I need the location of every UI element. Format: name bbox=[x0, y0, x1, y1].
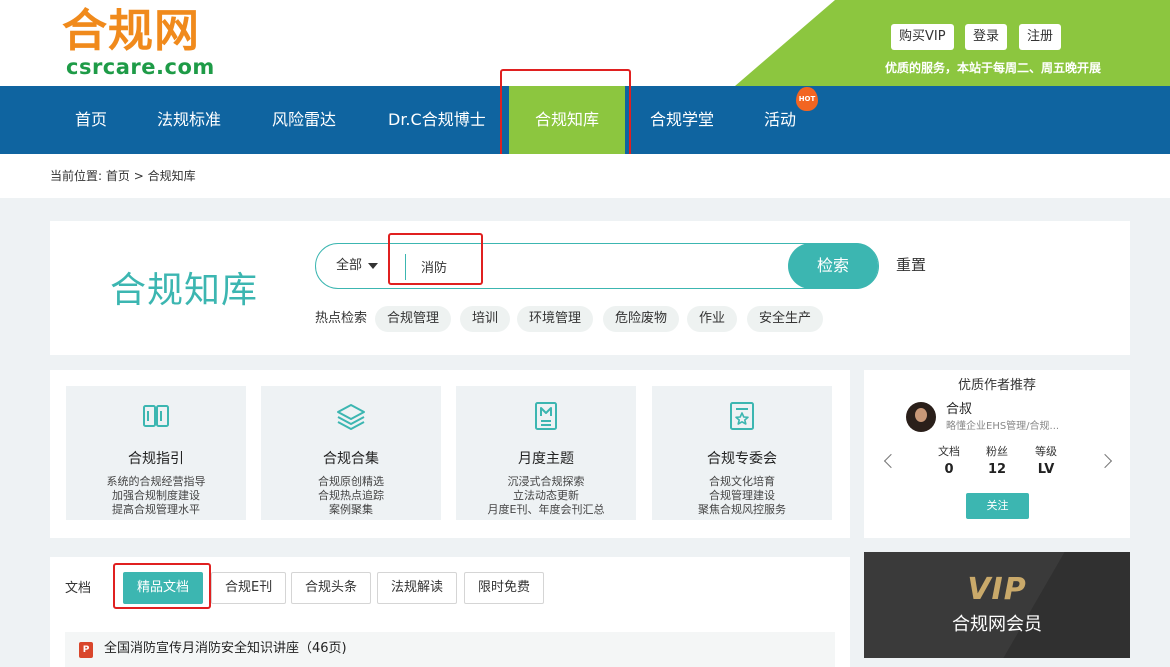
logo-domain[interactable]: csrcare.com bbox=[66, 54, 215, 80]
hot-tag[interactable]: 安全生产 bbox=[747, 306, 824, 332]
feature-desc: 立法动态更新 bbox=[513, 489, 579, 502]
nav-item-regulations[interactable]: 法规标准 bbox=[157, 86, 221, 154]
highlight-box-search bbox=[388, 233, 483, 285]
feature-card-committee[interactable]: 合规专委会 合规文化培育 合规管理建设 聚焦合规风控服务 bbox=[652, 386, 832, 520]
register-button[interactable]: 注册 bbox=[1019, 24, 1062, 50]
avatar[interactable] bbox=[906, 402, 936, 432]
author-name[interactable]: 合叔 bbox=[946, 402, 972, 418]
chevron-left-icon[interactable] bbox=[883, 453, 899, 469]
feature-desc: 聚焦合规风控服务 bbox=[698, 503, 786, 516]
notice-marquee: 更优质的服务，本站于每周二、周五晚开展 bbox=[885, 61, 1102, 75]
breadcrumb-home-link[interactable]: 首页 bbox=[106, 169, 130, 183]
author-heading: 优质作者推荐 bbox=[957, 378, 1036, 393]
feature-card-guide[interactable]: 合规指引 系统的合规经营指导 加强合规制度建设 提高合规管理水平 bbox=[66, 386, 246, 520]
tab-free[interactable]: 限时免费 bbox=[464, 572, 545, 604]
feature-title: 合规指引 bbox=[128, 451, 184, 467]
hot-tag[interactable]: 危险废物 bbox=[603, 306, 680, 332]
search-button[interactable]: 检索 bbox=[788, 243, 878, 289]
feature-desc: 提高合规管理水平 bbox=[112, 503, 200, 516]
feature-card-monthly[interactable]: 月度主题 沉浸式合规探索 立法动态更新 月度E刊、年度会刊汇总 bbox=[456, 386, 636, 520]
stat-label-fans: 粉丝 bbox=[986, 445, 1008, 458]
feature-desc: 合规文化培育 bbox=[709, 475, 775, 488]
list-item[interactable]: P 全国消防宣传月消防安全知识讲座（46页) bbox=[65, 632, 835, 667]
buy-vip-button[interactable]: 购买VIP bbox=[891, 24, 954, 50]
docs-label: 文档 bbox=[65, 581, 92, 596]
vip-logo: VIP bbox=[967, 572, 1027, 607]
vip-banner[interactable]: VIP 合规网会员 bbox=[864, 552, 1130, 658]
vip-banner-text: 合规网会员 bbox=[952, 614, 1042, 635]
nav-item-home[interactable]: 首页 bbox=[75, 86, 107, 154]
nav-item-dr-c[interactable]: Dr.C合规博士 bbox=[388, 86, 486, 154]
stat-value-level: LV bbox=[1037, 462, 1055, 477]
highlight-box-tab bbox=[113, 563, 211, 609]
breadcrumb: 当前位置: 首页 > 合规知库 bbox=[50, 167, 196, 185]
search-scope-select[interactable]: 全部 bbox=[336, 244, 362, 288]
nav-item-risk-radar[interactable]: 风险雷达 bbox=[272, 86, 336, 154]
feature-title: 月度主题 bbox=[518, 451, 574, 467]
breadcrumb-bar: 当前位置: 首页 > 合规知库 bbox=[0, 154, 1170, 198]
hot-tag[interactable]: 环境管理 bbox=[517, 306, 594, 332]
hot-badge-text: HOT bbox=[798, 95, 816, 103]
certificate-icon bbox=[730, 402, 754, 430]
hot-search-label: 热点检索 bbox=[315, 311, 368, 326]
search-panel: 合规知库 全部 检索 重置 热点检索 合规管理 培训 环境管理 危险废物 作业 … bbox=[50, 221, 1130, 355]
monthly-doc-icon bbox=[535, 402, 557, 430]
feature-desc: 加强合规制度建设 bbox=[112, 489, 200, 502]
reset-button[interactable]: 重置 bbox=[896, 255, 926, 275]
page-title: 合规知库 bbox=[110, 270, 259, 311]
book-icon bbox=[143, 405, 169, 427]
login-button[interactable]: 登录 bbox=[965, 24, 1008, 50]
feature-desc: 合规管理建设 bbox=[709, 489, 775, 502]
stat-value-fans: 12 bbox=[987, 462, 1007, 477]
nav-item-events[interactable]: 活动 bbox=[764, 86, 796, 154]
stat-label-level: 等级 bbox=[1035, 445, 1057, 458]
doc-title[interactable]: 全国消防宣传月消防安全知识讲座（46页) bbox=[104, 640, 347, 658]
stat-value-docs: 0 bbox=[944, 462, 954, 477]
chevron-down-icon[interactable] bbox=[368, 263, 378, 269]
ppt-file-icon: P bbox=[79, 642, 93, 658]
layers-icon bbox=[337, 404, 365, 430]
hot-tag[interactable]: 培训 bbox=[460, 306, 511, 332]
feature-desc: 沉浸式合规探索 bbox=[507, 475, 585, 488]
follow-button[interactable]: 关注 bbox=[966, 493, 1029, 519]
tab-e-journal[interactable]: 合规E刊 bbox=[211, 572, 287, 604]
logo-chinese[interactable]: 合规网 bbox=[62, 4, 200, 58]
author-desc: 略懂企业EHS管理/合规... bbox=[946, 421, 1060, 432]
breadcrumb-label: 当前位置: bbox=[50, 169, 103, 183]
feature-card-collection[interactable]: 合规合集 合规原创精选 合规热点追踪 案例聚集 bbox=[261, 386, 441, 520]
nav-item-academy[interactable]: 合规学堂 bbox=[650, 86, 714, 154]
feature-desc: 月度E刊、年度会刊汇总 bbox=[487, 503, 605, 516]
feature-desc: 系统的合规经营指导 bbox=[106, 475, 206, 488]
feature-desc: 合规热点追踪 bbox=[318, 489, 384, 502]
feature-desc: 案例聚集 bbox=[329, 503, 373, 516]
chevron-right-icon[interactable] bbox=[1097, 453, 1113, 469]
highlight-box-nav bbox=[500, 69, 631, 162]
feature-section: 合规指引 系统的合规经营指导 加强合规制度建设 提高合规管理水平 合规合集 合规… bbox=[50, 370, 850, 538]
feature-title: 合规合集 bbox=[323, 451, 379, 467]
breadcrumb-current: 合规知库 bbox=[147, 169, 196, 183]
author-recommendation: 优质作者推荐 合叔 略懂企业EHS管理/合规... 文档 0 粉丝 12 等级 … bbox=[864, 370, 1130, 538]
tab-headlines[interactable]: 合规头条 bbox=[291, 572, 372, 604]
breadcrumb-separator: > bbox=[133, 169, 144, 183]
stat-label-docs: 文档 bbox=[938, 445, 960, 458]
tab-interpretation[interactable]: 法规解读 bbox=[377, 572, 458, 604]
hot-badge: HOT bbox=[796, 87, 818, 111]
feature-title: 合规专委会 bbox=[707, 451, 777, 467]
hot-tag[interactable]: 合规管理 bbox=[375, 306, 452, 332]
feature-desc: 合规原创精选 bbox=[318, 475, 384, 488]
hot-tag[interactable]: 作业 bbox=[687, 306, 738, 332]
